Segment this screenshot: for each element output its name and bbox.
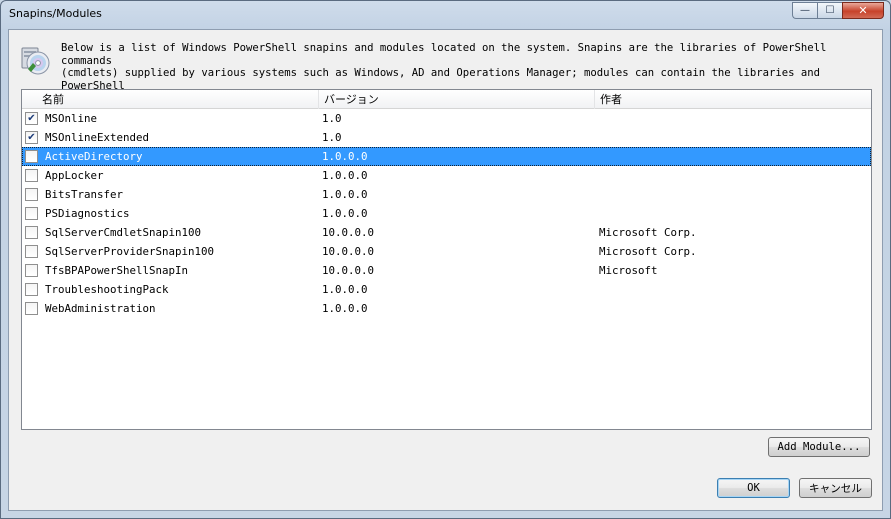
close-button[interactable]: ✕ (842, 2, 884, 19)
table-row[interactable]: AppLocker 1.0.0.0 (22, 166, 871, 185)
row-checkbox[interactable] (25, 245, 38, 258)
list-header: 名前 バージョン 作者 (22, 90, 871, 109)
cell-version: 1.0 (322, 112, 342, 125)
checkmark-icon: ✔ (27, 131, 36, 143)
cell-name: AppLocker (45, 169, 104, 182)
snapins-modules-dialog: Snapins/Modules — ☐ ✕ Below is a list of… (0, 0, 891, 519)
cell-author: Microsoft Corp. (599, 226, 697, 239)
title-bar[interactable]: Snapins/Modules — ☐ ✕ (1, 1, 890, 29)
ok-button[interactable]: OK (717, 478, 790, 498)
dialog-client-area: Below is a list of Windows PowerShell sn… (8, 29, 883, 511)
table-row[interactable]: TroubleshootingPack 1.0.0.0 (22, 280, 871, 299)
close-icon: ✕ (858, 4, 868, 17)
cell-author: Microsoft Corp. (599, 245, 697, 258)
column-header-name[interactable]: 名前 (37, 90, 319, 109)
snapins-list[interactable]: 名前 バージョン 作者 ✔ MSOnline 1.0 ✔ MSOnlineExtende… (21, 89, 872, 430)
row-checkbox[interactable] (25, 169, 38, 182)
cell-name: TfsBPAPowerShellSnapIn (45, 264, 189, 277)
cell-name: WebAdministration (45, 302, 156, 315)
cell-version: 1.0.0.0 (322, 207, 368, 220)
row-checkbox[interactable] (25, 226, 38, 239)
table-row[interactable]: BitsTransfer 1.0.0.0 (22, 185, 871, 204)
cell-name: MSOnline (45, 112, 98, 125)
cell-name: BitsTransfer (45, 188, 124, 201)
cancel-button[interactable]: キャンセル (799, 478, 872, 498)
cell-version: 10.0.0.0 (322, 226, 375, 239)
minimize-button[interactable]: — (792, 2, 817, 19)
row-checkbox[interactable] (25, 207, 38, 220)
row-checkbox[interactable] (25, 150, 38, 163)
table-row[interactable]: ActiveDirectory 1.0.0.0 (22, 147, 871, 166)
cell-author: Microsoft (599, 264, 658, 277)
row-checkbox[interactable]: ✔ (25, 131, 38, 144)
table-row[interactable]: SqlServerProviderSnapin100 10.0.0.0 Micros… (22, 242, 871, 261)
caption-buttons: — ☐ ✕ (792, 2, 884, 19)
snapin-cd-icon (21, 47, 50, 75)
cell-version: 10.0.0.0 (322, 245, 375, 258)
maximize-button[interactable]: ☐ (817, 2, 842, 19)
cell-version: 1.0.0.0 (322, 169, 368, 182)
cell-version: 1.0.0.0 (322, 188, 368, 201)
row-checkbox[interactable] (25, 264, 38, 277)
cell-version: 1.0.0.0 (322, 283, 368, 296)
row-checkbox[interactable] (25, 188, 38, 201)
add-module-button[interactable]: Add Module... (768, 437, 870, 457)
cell-name: MSOnlineExtended (45, 131, 150, 144)
table-row[interactable]: TfsBPAPowerShellSnapIn 10.0.0.0 Microsoft (22, 261, 871, 280)
row-checkbox[interactable] (25, 283, 38, 296)
cell-version: 10.0.0.0 (322, 264, 375, 277)
cell-version: 1.0.0.0 (322, 302, 368, 315)
table-row[interactable]: SqlServerCmdletSnapin100 10.0.0.0 Microsof… (22, 223, 871, 242)
cell-name: TroubleshootingPack (45, 283, 169, 296)
table-row[interactable]: PSDiagnostics 1.0.0.0 (22, 204, 871, 223)
cell-version: 1.0 (322, 131, 342, 144)
cell-name: SqlServerProviderSnapin100 (45, 245, 215, 258)
table-row[interactable]: ✔ MSOnlineExtended 1.0 (22, 128, 871, 147)
cell-name: ActiveDirectory (45, 150, 143, 163)
table-row[interactable]: ✔ MSOnline 1.0 (22, 109, 871, 128)
row-checkbox[interactable]: ✔ (25, 112, 38, 125)
column-header-version[interactable]: バージョン (319, 90, 595, 109)
cell-version: 1.0.0.0 (322, 150, 368, 163)
maximize-icon: ☐ (825, 5, 835, 16)
minimize-icon: — (800, 5, 810, 16)
cell-name: SqlServerCmdletSnapin100 (45, 226, 202, 239)
window-title: Snapins/Modules (9, 7, 102, 20)
table-row[interactable]: WebAdministration 1.0.0.0 (22, 299, 871, 318)
column-header-author[interactable]: 作者 (595, 90, 871, 109)
checkmark-icon: ✔ (27, 112, 36, 124)
cell-name: PSDiagnostics (45, 207, 130, 220)
row-checkbox[interactable] (25, 302, 38, 315)
